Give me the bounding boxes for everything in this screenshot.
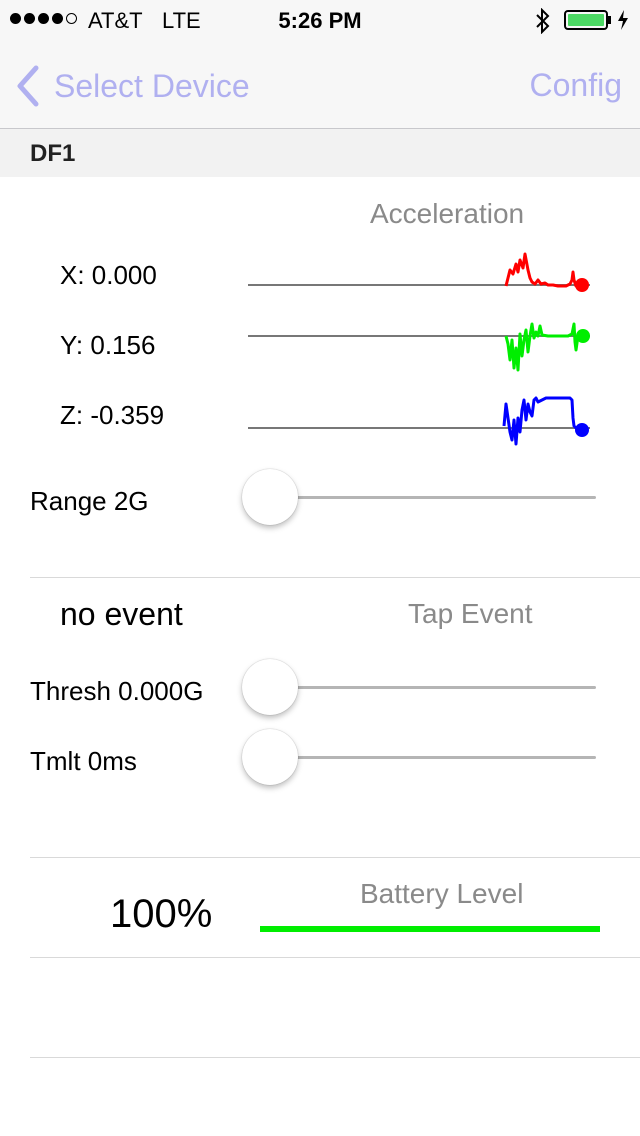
device-name: DF1 — [30, 140, 76, 167]
acceleration-sparklines — [248, 252, 590, 446]
tmlt-slider-thumb[interactable] — [242, 729, 298, 785]
thresh-label: Thresh 0.000G — [30, 676, 204, 706]
thresh-slider-thumb[interactable] — [242, 659, 298, 715]
status-bar: AT&T LTE 5:26 PM — [0, 0, 640, 40]
back-button[interactable]: Select Device — [14, 62, 250, 110]
battery-level-fill — [260, 926, 600, 932]
tap-event-status: no event — [60, 596, 183, 632]
tmlt-slider-track — [270, 756, 596, 759]
z-trace — [502, 396, 581, 446]
section-header: DF1 — [0, 129, 640, 177]
config-button[interactable]: Config — [530, 67, 623, 104]
y-trace-end — [576, 329, 590, 343]
acceleration-title: Acceleration — [370, 198, 525, 229]
separator — [30, 957, 640, 958]
battery-percent: 100% — [110, 892, 213, 936]
separator — [30, 577, 640, 578]
battery-level-bar — [260, 926, 600, 932]
tmlt-slider[interactable] — [242, 729, 598, 785]
range-label: Range 2G — [30, 486, 149, 516]
accel-y-value: Y: 0.156 — [60, 330, 156, 360]
tmlt-label: Tmlt 0ms — [30, 746, 137, 776]
chevron-left-icon — [17, 65, 39, 107]
x-trace-end — [575, 278, 589, 292]
thresh-slider[interactable] — [242, 659, 598, 715]
accel-z-value: Z: -0.359 — [60, 400, 165, 430]
battery-icon — [564, 10, 608, 30]
separator — [30, 857, 640, 858]
y-trace — [504, 322, 582, 372]
separator — [30, 1057, 640, 1058]
x-trace — [504, 252, 581, 288]
tap-event-title: Tap Event — [408, 598, 533, 629]
charging-bolt-icon — [618, 10, 628, 30]
range-slider[interactable] — [242, 469, 598, 525]
z-trace-end — [575, 423, 589, 437]
thresh-slider-track — [270, 686, 596, 689]
range-slider-thumb[interactable] — [242, 469, 298, 525]
navigation-bar: Select Device Config — [0, 40, 640, 129]
range-slider-track — [270, 496, 596, 499]
accel-x-value: X: 0.000 — [60, 260, 157, 290]
battery-level-title: Battery Level — [360, 878, 524, 909]
bluetooth-icon — [536, 8, 550, 34]
back-label: Select Device — [54, 67, 250, 104]
